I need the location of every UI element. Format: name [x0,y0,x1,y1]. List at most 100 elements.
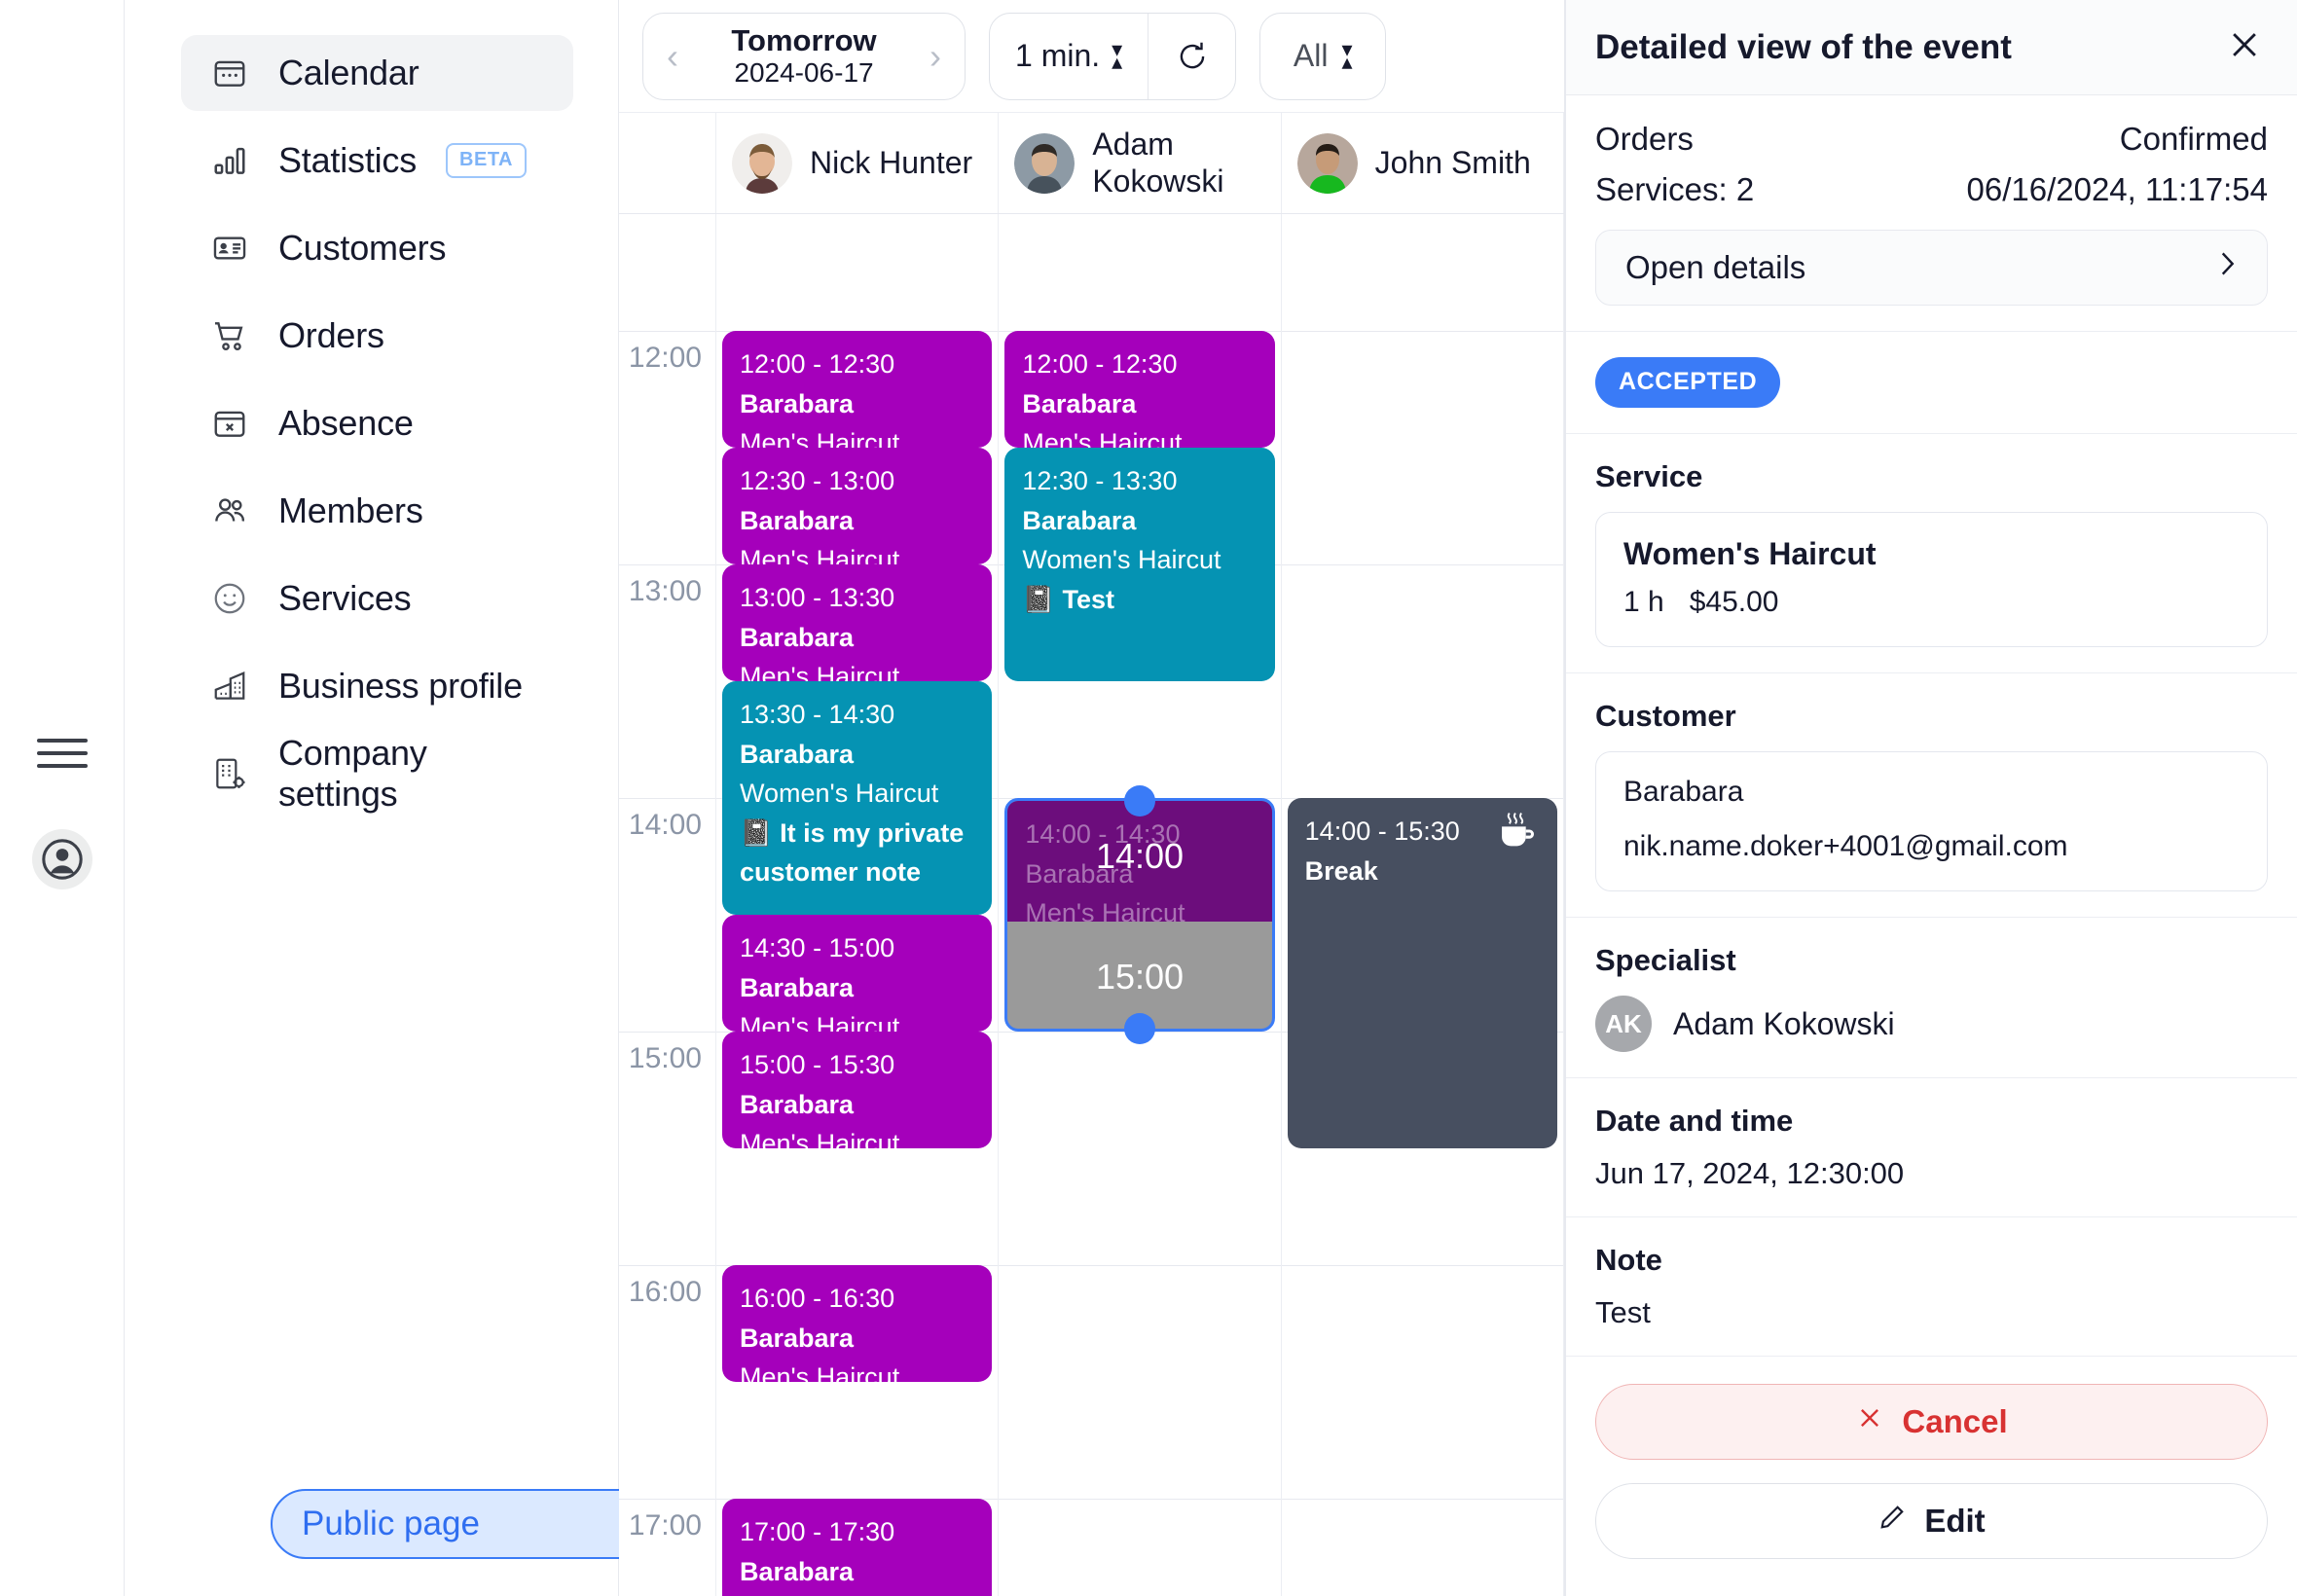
event-customer: Barabara [740,1556,855,1586]
event-time: 13:30 - 14:30 [740,700,895,729]
event-service: Men's Haircut [740,1129,900,1148]
grid-hour-line [619,1032,715,1033]
calendar-event[interactable]: 12:00 - 12:30 Barabara Men's Haircut [722,331,993,448]
sidebar-item-label: Business profile [278,666,523,706]
date-navigator[interactable]: ‹ Tomorrow 2024-06-17 › [642,12,966,100]
customer-section: Customer Barabara nik.name.doker+4001@gm… [1566,673,2297,918]
open-details-label: Open details [1625,249,1806,285]
calendar-event[interactable]: 16:00 - 16:30 Barabara Men's Haircut [722,1265,993,1382]
close-icon[interactable] [2225,25,2264,69]
event-customer: Barabara [740,1089,855,1119]
smiley-face-icon [210,579,249,618]
calendar-break-event[interactable]: 14:00 - 15:30 Break [1287,798,1557,1148]
cancel-button[interactable]: Cancel [1595,1384,2268,1460]
beta-badge: BETA [446,143,527,178]
note-value: Test [1595,1295,1651,1329]
menu-line [37,764,88,768]
customer-name: Barabara [1623,776,1744,808]
calendar-event[interactable]: 13:00 - 13:30 Barabara Men's Haircut [722,564,993,681]
public-page-label: Public page [302,1505,480,1542]
menu-line [37,739,88,743]
time-gutter-header [619,113,716,213]
event-service: Women's Haircut [1022,545,1221,574]
coffee-cup-icon [1497,812,1540,862]
panel-header: Detailed view of the event [1566,0,2297,95]
event-customer: Barabara [740,388,855,418]
calendar-event[interactable]: 14:30 - 15:00 Barabara Men's Haircut [722,915,993,1032]
sidebar-item-orders[interactable]: Orders [181,298,573,374]
icon-rail [0,0,125,1596]
customer-email: nik.name.doker+4001@gmail.com [1623,830,2068,862]
drag-end-time-label: 15:00 [1095,957,1185,997]
calendar-column-nick-hunter[interactable]: 12:00 - 12:30 Barabara Men's Haircut 12:30 … [716,214,1000,1596]
calendar-column-adam-kokowski[interactable]: 12:00 - 12:30 Barabara Men's Haircut 12:30 … [999,214,1282,1596]
event-service: Men's Haircut [740,1012,900,1032]
event-service: Women's Haircut [740,779,939,808]
chevron-right-icon[interactable]: › [924,38,947,74]
sidebar-item-statistics[interactable]: Statistics BETA [181,123,573,199]
avatar: AK [1595,996,1652,1052]
sidebar-item-label: Absence [278,403,414,443]
resource-filter-select[interactable]: All ▾ ▴ [1259,12,1387,100]
service-section: Service Women's Haircut 1 h $45.00 [1566,434,2297,673]
sidebar-item-customers[interactable]: Customers [181,210,573,286]
duration-select[interactable]: 1 min. ▾ ▴ [990,14,1148,99]
sidebar-item-services[interactable]: Services [181,561,573,636]
sidebar-item-business-profile[interactable]: Business profile [181,648,573,724]
hour-label: 13:00 [628,575,702,607]
event-detail-panel: Detailed view of the event Orders Confir… [1565,0,2297,1596]
calendar-event[interactable]: 15:00 - 15:30 Barabara Men's Haircut [722,1032,993,1148]
panel-actions: Cancel Edit [1566,1357,2297,1582]
event-service: Men's Haircut [740,662,900,681]
event-time: 13:00 - 13:30 [740,583,895,612]
calendar-event[interactable]: 12:00 - 12:30 Barabara Men's Haircut [1004,331,1275,448]
calendar-event[interactable]: 13:30 - 14:30 Barabara Women's Haircut 📓 It… [722,681,993,915]
sidebar-item-calendar[interactable]: Calendar [181,35,573,111]
sidebar-item-absence[interactable]: Absence [181,385,573,461]
refresh-icon[interactable] [1148,13,1235,99]
event-customer: Barabara [1022,505,1137,535]
calendar-event[interactable]: 12:30 - 13:30 Barabara Women's Haircut 📓 Te… [1004,448,1275,681]
calendar-columns: 12:00 - 12:30 Barabara Men's Haircut 12:30 … [716,214,1564,1596]
calendar-column-john-smith[interactable]: 14:00 - 15:30 Break [1281,214,1564,1596]
staff-column-header[interactable]: John Smith [1282,113,1564,213]
chevron-updown-icon: ▾ ▴ [1112,37,1123,74]
chevron-left-icon[interactable]: ‹ [661,38,684,74]
sidebar-item-label: Statistics [278,140,418,180]
staff-column-header[interactable]: Adam Kokowski [999,113,1282,213]
sidebar-item-company-settings[interactable]: Company settings [181,733,573,814]
status-section: ACCEPTED [1566,332,2297,434]
avatar [1014,132,1076,194]
resize-handle-top[interactable] [1123,785,1155,816]
event-service: Men's Haircut [740,428,900,448]
resource-filter-value: All [1293,38,1329,73]
calendar-area: ‹ Tomorrow 2024-06-17 › 1 min. ▾ ▴ All ▾… [619,0,1565,1596]
bar-chart-icon [210,141,249,180]
user-avatar-icon[interactable] [32,829,92,889]
grid-hour-line [1281,1265,1563,1266]
event-time: 12:00 - 12:30 [1022,349,1178,379]
calendar-event[interactable]: 12:30 - 13:00 Barabara Men's Haircut [722,448,993,564]
sidebar-item-members[interactable]: Members [181,473,573,549]
grid-hour-line [1281,1499,1563,1500]
calendar-event[interactable]: 17:00 - 17:30 Barabara Men's Haircut [722,1499,993,1596]
specialist-name: Adam Kokowski [1673,1005,1895,1041]
event-customer: Barabara [740,972,855,1002]
event-customer: Barabara [740,505,855,535]
calendar-x-icon [210,404,249,443]
staff-column-header[interactable]: Nick Hunter [716,113,1000,213]
hamburger-menu-icon[interactable] [37,732,88,775]
grid-hour-line [619,798,715,799]
note-section-label: Note [1595,1243,1662,1277]
edit-button[interactable]: Edit [1595,1483,2268,1559]
calendar-event-resizing[interactable]: 14:00 - 14:30BarabaraMen's Haircut📓 test… [1004,785,1275,1044]
sidebar: Calendar Statistics BETA Customers Order… [125,0,722,1596]
note-section: Note Test [1566,1217,2297,1357]
open-details-button[interactable]: Open details [1595,230,2268,306]
notebook-icon: 📓 [1022,584,1063,614]
building-gear-icon [210,754,249,793]
resize-handle-bottom[interactable] [1123,1013,1155,1044]
